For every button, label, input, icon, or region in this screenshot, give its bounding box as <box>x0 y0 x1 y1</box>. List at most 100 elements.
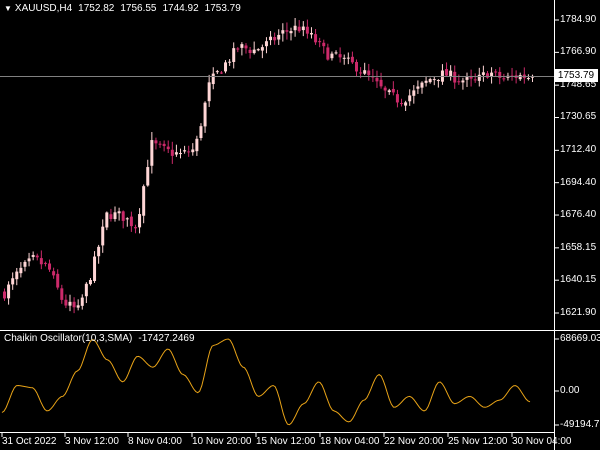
time-label: 31 Oct 2022 <box>2 436 57 447</box>
candle-body <box>453 71 457 83</box>
candle-body <box>260 47 264 51</box>
candle-body <box>281 30 285 34</box>
candle-body <box>375 77 379 82</box>
candle-body <box>11 278 15 285</box>
candle-body <box>39 258 43 265</box>
candle-body <box>293 25 297 31</box>
candle-body <box>31 255 35 257</box>
candle-body <box>35 255 39 258</box>
candle-body <box>481 72 485 75</box>
candle-body <box>436 80 440 82</box>
candle-body <box>248 49 252 54</box>
price-label: 1658.15 <box>560 242 597 253</box>
indicator-axis-label: 0.00 <box>560 385 580 396</box>
time-label: 10 Nov 20:00 <box>192 436 252 447</box>
candle-body <box>256 49 260 51</box>
current-price-tag: 1753.79 <box>554 69 598 82</box>
candle-body <box>3 291 6 299</box>
candle-body <box>48 263 52 270</box>
candle-body <box>432 79 436 81</box>
candle-body <box>97 246 101 257</box>
candle-body <box>158 143 162 145</box>
candle-body <box>363 70 367 74</box>
candle-body <box>105 212 109 228</box>
low-value: 1744.92 <box>162 3 199 14</box>
candle-body <box>289 31 293 34</box>
candle-body <box>113 212 117 220</box>
candle-body <box>412 90 416 96</box>
price-label: 1640.15 <box>560 274 597 285</box>
ohlc-values: 1752.82 1756.55 1744.92 1753.79 <box>78 3 247 14</box>
candle-body <box>428 79 432 83</box>
candle-body <box>465 77 469 80</box>
candle-body <box>170 149 174 156</box>
candle-body <box>174 152 178 155</box>
candle-body <box>88 280 92 285</box>
candle-body <box>273 37 277 41</box>
candle-body <box>477 74 481 81</box>
candle-body <box>240 44 244 48</box>
candle-body <box>269 36 273 41</box>
candle-body <box>138 214 142 228</box>
candle-body <box>207 82 211 102</box>
candle-body <box>150 140 154 166</box>
candle-body <box>121 211 125 221</box>
candle-body <box>408 95 412 102</box>
candle-body <box>68 301 72 306</box>
candle-body <box>502 78 506 80</box>
candle-body <box>162 143 166 147</box>
candle-body <box>15 271 19 280</box>
candle-body <box>342 57 346 59</box>
candle-body <box>322 42 326 47</box>
collapse-arrow-icon[interactable]: ▼ <box>4 3 12 15</box>
chaikin-oscillator-line <box>1 338 531 426</box>
candle-body <box>314 34 318 43</box>
candle-body <box>109 214 113 219</box>
time-label: 15 Nov 12:00 <box>256 436 316 447</box>
candle-body <box>449 70 453 77</box>
candle-body <box>494 71 498 73</box>
candle-body <box>219 72 223 74</box>
time-label: 18 Nov 04:00 <box>320 436 380 447</box>
candle-body <box>391 88 395 93</box>
candle-body <box>490 72 494 77</box>
candle-body <box>64 299 68 306</box>
candle-body <box>445 69 449 76</box>
candle-body <box>264 41 268 47</box>
candle-body <box>387 90 391 93</box>
indicator-name: Chaikin Oscillator(10,3,SMA) <box>4 333 133 344</box>
candle-body <box>60 288 64 300</box>
price-label: 1694.40 <box>560 177 597 188</box>
candle-body <box>56 273 60 288</box>
candle-body <box>330 53 334 59</box>
candle-body <box>183 150 187 152</box>
indicator-header: Chaikin Oscillator(10,3,SMA) -17427.2469 <box>4 333 195 345</box>
candle-body <box>154 140 158 144</box>
candle-body <box>23 261 27 267</box>
candle-body <box>461 80 465 83</box>
candle-body <box>309 33 313 35</box>
candle-body <box>350 56 354 63</box>
candle-body <box>191 149 195 153</box>
candle-body <box>379 79 383 87</box>
candle-body <box>297 26 301 32</box>
candle-body <box>355 61 358 72</box>
close-value: 1753.79 <box>204 3 241 14</box>
candle-body <box>187 151 191 153</box>
candle-body <box>93 256 97 282</box>
price-label: 1766.90 <box>560 46 597 57</box>
candle-body <box>52 271 56 276</box>
price-candles <box>3 17 534 314</box>
candle-body <box>179 153 182 155</box>
candle-body <box>404 102 408 106</box>
candle-body <box>125 218 129 220</box>
candle-body <box>166 146 170 150</box>
indicator-axis-label: 68669.038 <box>560 333 600 344</box>
candle-body <box>199 126 203 139</box>
candle-body <box>43 262 47 264</box>
price-label: 1784.90 <box>560 14 597 25</box>
candle-body <box>7 284 11 299</box>
candle-body <box>305 26 309 34</box>
price-label: 1730.65 <box>560 111 597 122</box>
candle-body <box>416 86 420 89</box>
